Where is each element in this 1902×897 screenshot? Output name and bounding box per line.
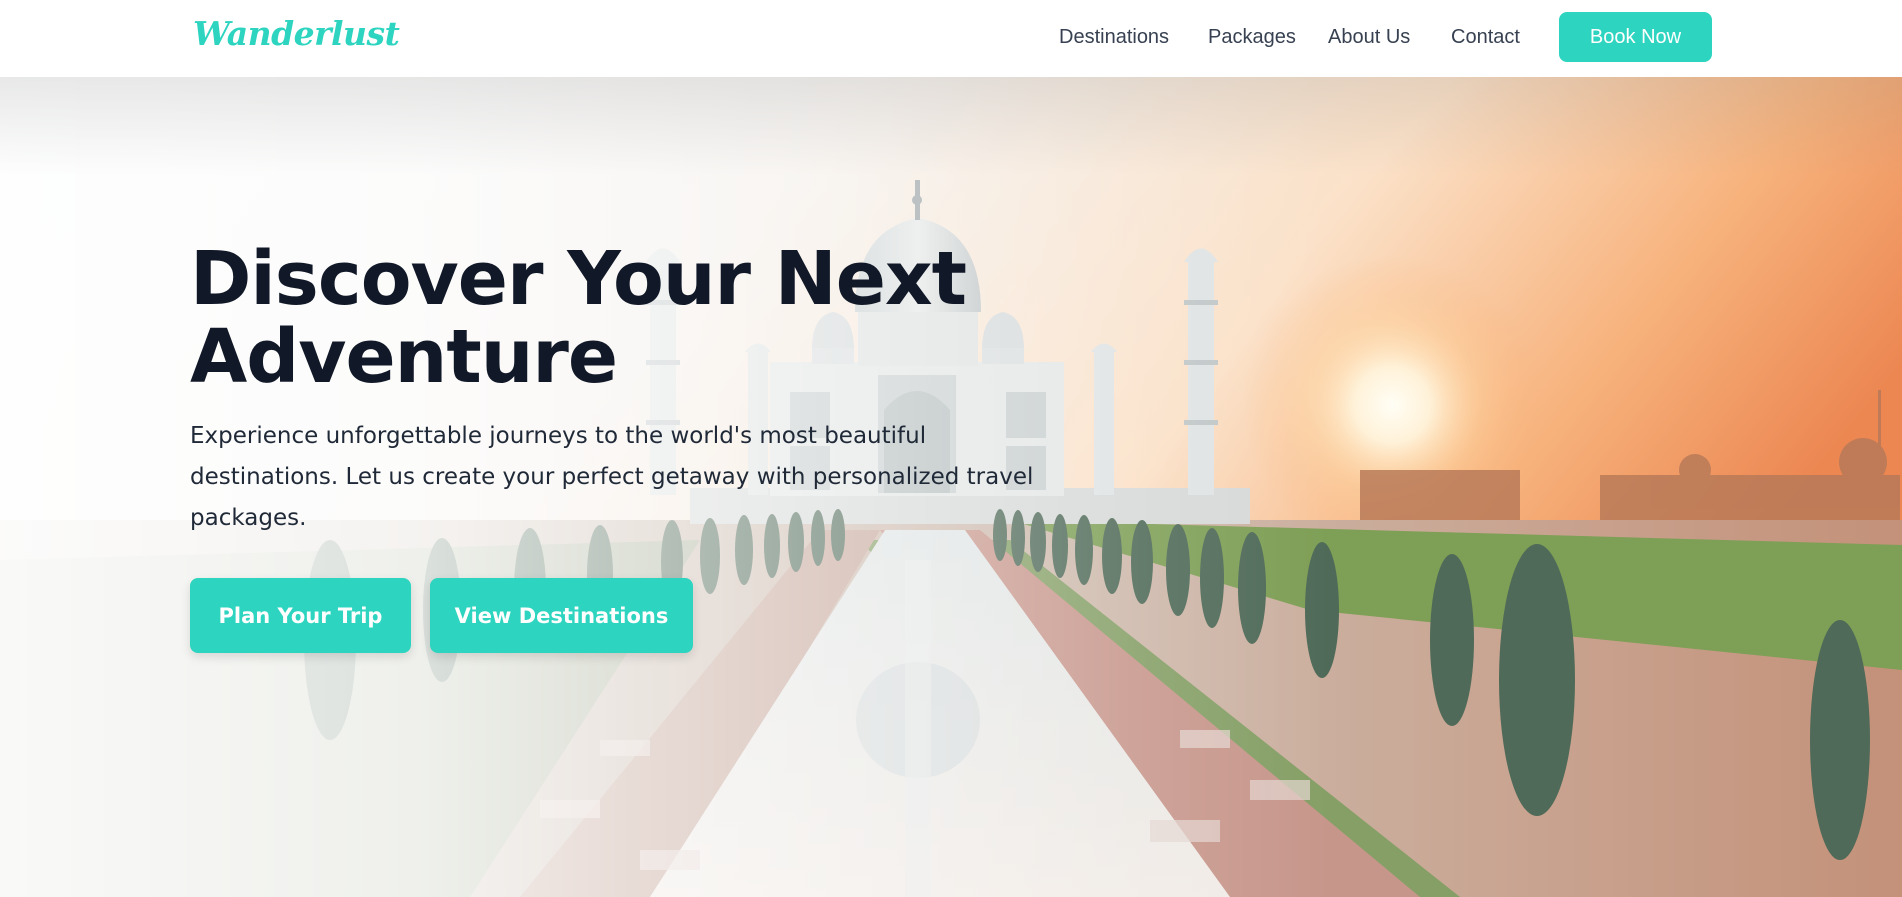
- hero-description-line-2: destinations. Let us create your perfect…: [190, 464, 1034, 490]
- hero-description-line-1: Experience unforgettable journeys to the…: [190, 423, 927, 449]
- hero-heading-line-1: Discover Your Next: [190, 236, 967, 322]
- plan-your-trip-button[interactable]: Plan Your Trip: [190, 578, 411, 653]
- hero-heading: Discover Your Next Adventure: [190, 240, 1010, 396]
- book-now-button[interactable]: Book Now: [1559, 12, 1712, 62]
- nav-link-contact[interactable]: Contact: [1451, 26, 1520, 49]
- hero-description: Experience unforgettable journeys to the…: [190, 416, 1034, 539]
- hero-heading-line-2: Adventure: [190, 314, 618, 400]
- hero-description-line-3: packages.: [190, 505, 307, 531]
- nav-link-about-us[interactable]: About Us: [1328, 26, 1410, 49]
- nav-link-destinations[interactable]: Destinations: [1059, 26, 1169, 49]
- view-destinations-button[interactable]: View Destinations: [430, 578, 693, 653]
- top-navbar: Wanderlust Destinations Packages About U…: [0, 0, 1902, 77]
- wanderlust-logo[interactable]: Wanderlust: [193, 14, 400, 53]
- hero-section: Discover Your Next Adventure Experience …: [0, 77, 1902, 897]
- nav-link-packages[interactable]: Packages: [1208, 26, 1296, 49]
